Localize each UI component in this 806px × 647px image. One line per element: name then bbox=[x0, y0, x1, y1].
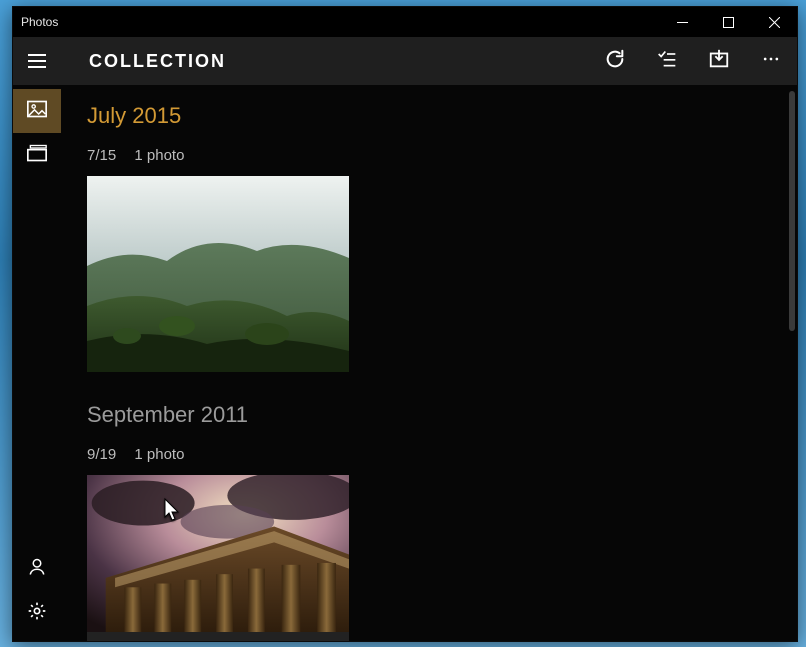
refresh-button[interactable] bbox=[589, 37, 641, 85]
app-body: July 2015 7/15 1 photo bbox=[13, 85, 797, 641]
date-group: July 2015 7/15 1 photo bbox=[87, 103, 771, 372]
group-title[interactable]: July 2015 bbox=[87, 103, 771, 129]
page-title: COLLECTION bbox=[89, 51, 226, 72]
select-button[interactable] bbox=[641, 37, 693, 85]
ellipsis-icon bbox=[761, 49, 781, 74]
refresh-icon bbox=[604, 48, 626, 75]
scrollbar[interactable] bbox=[787, 85, 797, 641]
gear-icon bbox=[27, 601, 47, 626]
more-button[interactable] bbox=[745, 37, 797, 85]
group-subtitle: 7/15 1 photo bbox=[87, 147, 771, 164]
window-title: Photos bbox=[21, 15, 58, 29]
titlebar[interactable]: Photos bbox=[13, 7, 797, 37]
group-subtitle: 9/19 1 photo bbox=[87, 446, 771, 463]
date-group: September 2011 9/19 1 photo bbox=[87, 402, 771, 641]
import-icon bbox=[708, 48, 730, 75]
sidebar-item-collection[interactable] bbox=[13, 89, 61, 133]
photo-thumbnail[interactable] bbox=[87, 176, 349, 372]
person-icon bbox=[28, 557, 46, 582]
group-date: 9/19 bbox=[87, 446, 116, 463]
photo-icon bbox=[27, 100, 47, 123]
scrollbar-thumb[interactable] bbox=[789, 91, 795, 331]
command-bar: COLLECTION bbox=[13, 37, 797, 85]
maximize-button[interactable] bbox=[705, 7, 751, 37]
group-date: 7/15 bbox=[87, 147, 116, 164]
group-count: 1 photo bbox=[134, 446, 184, 463]
photo-thumbnail[interactable] bbox=[87, 475, 349, 641]
checklist-icon bbox=[657, 49, 677, 74]
content-area[interactable]: July 2015 7/15 1 photo bbox=[61, 85, 797, 641]
group-title[interactable]: September 2011 bbox=[87, 402, 771, 428]
minimize-button[interactable] bbox=[659, 7, 705, 37]
albums-icon bbox=[27, 144, 47, 167]
sidebar-item-signin[interactable] bbox=[13, 547, 61, 591]
close-button[interactable] bbox=[751, 7, 797, 37]
window-controls bbox=[659, 7, 797, 37]
hamburger-menu-button[interactable] bbox=[13, 37, 61, 85]
sidebar-item-albums[interactable] bbox=[13, 133, 61, 177]
photos-window: Photos COLLECTION bbox=[12, 6, 798, 642]
sidebar-item-settings[interactable] bbox=[13, 591, 61, 635]
import-button[interactable] bbox=[693, 37, 745, 85]
sidebar bbox=[13, 85, 61, 641]
group-count: 1 photo bbox=[134, 147, 184, 164]
